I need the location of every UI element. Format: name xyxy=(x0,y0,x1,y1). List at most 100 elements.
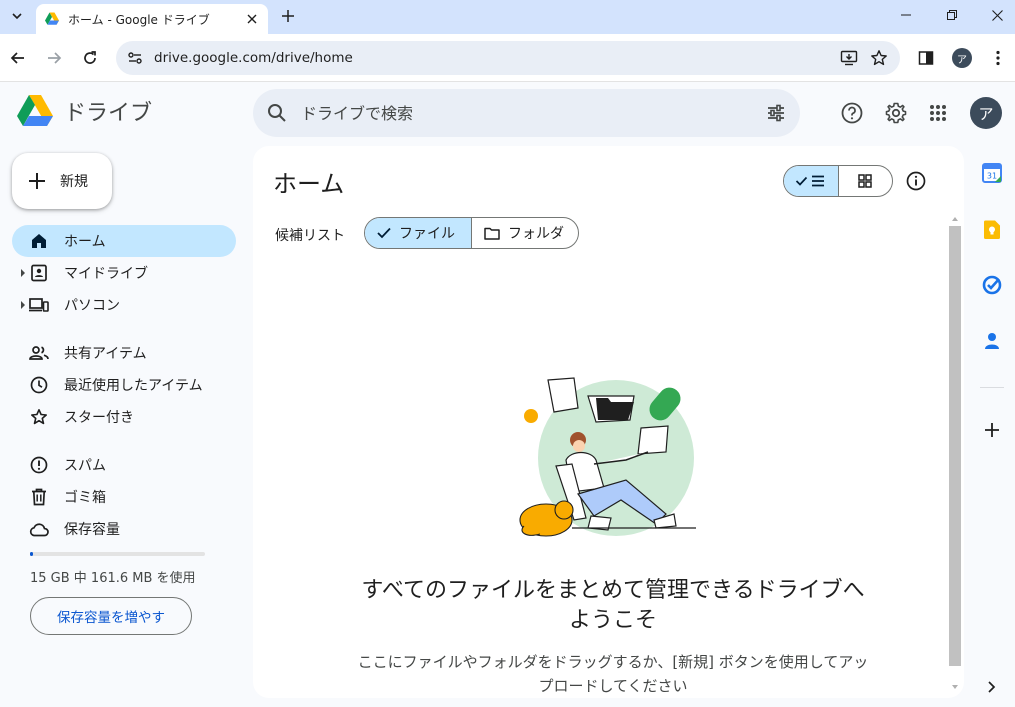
hide-side-panel-button[interactable] xyxy=(980,675,1004,699)
arrow-left-icon xyxy=(10,52,24,64)
search-bar[interactable] xyxy=(253,89,800,137)
logo-text: ドライブ xyxy=(64,101,153,126)
nav-item-storage[interactable]: 保存容量 xyxy=(12,513,236,545)
calendar-app-button[interactable]: 31 xyxy=(980,161,1004,185)
search-icon[interactable] xyxy=(267,103,287,123)
svg-text:31: 31 xyxy=(987,172,997,181)
grid-view-button[interactable] xyxy=(839,166,893,196)
keep-icon xyxy=(984,220,1000,239)
close-icon xyxy=(991,9,1003,21)
storage-progress-fill xyxy=(30,552,33,556)
star-icon xyxy=(28,406,50,428)
browser-tab-active[interactable]: ホーム - Google ドライブ xyxy=(36,4,268,34)
install-app-icon[interactable] xyxy=(834,43,864,73)
close-window-button[interactable] xyxy=(974,0,1015,30)
profile-avatar: ア xyxy=(952,48,972,68)
folders-chip[interactable]: フォルダ xyxy=(472,218,576,248)
suggestions-filter-chips: ファイル フォルダ xyxy=(364,217,579,249)
nav-item-shared[interactable]: 共有アイテム xyxy=(12,337,236,369)
plus-icon xyxy=(29,173,45,189)
new-button[interactable]: 新規 xyxy=(12,153,112,209)
nav-item-label: パソコン xyxy=(64,298,120,314)
welcome-heading-line1: すべてのファイルをまとめて管理できるドライブへ xyxy=(361,578,865,603)
search-input[interactable] xyxy=(301,103,766,123)
folder-icon xyxy=(484,227,500,240)
nav-item-label: スパム xyxy=(64,458,106,474)
grid-icon xyxy=(858,174,872,188)
minimize-button[interactable] xyxy=(883,0,929,30)
nav-item-label: 最近使用したアイテム xyxy=(64,378,203,394)
nav-item-home[interactable]: ホーム xyxy=(12,225,236,257)
welcome-subtext-line2: プロードしてください xyxy=(538,677,688,695)
get-more-storage-button[interactable]: 保存容量を増やす xyxy=(30,597,192,635)
scrollbar-thumb[interactable] xyxy=(949,226,961,666)
welcome-heading: すべてのファイルをまとめて管理できるドライブへ ようこそ xyxy=(313,576,913,636)
drive-logo-icon xyxy=(17,95,53,126)
files-chip[interactable]: ファイル xyxy=(365,218,472,248)
nav-item-label: 保存容量 xyxy=(64,522,120,538)
list-view-button[interactable] xyxy=(784,166,839,196)
search-options-icon[interactable] xyxy=(766,103,786,123)
welcome-heading-line2: ようこそ xyxy=(568,608,657,633)
profile-button[interactable]: ア xyxy=(948,44,976,72)
info-icon[interactable] xyxy=(905,170,927,192)
tab-search-button[interactable] xyxy=(4,4,30,28)
restore-button[interactable] xyxy=(929,0,975,30)
caret-right-icon[interactable] xyxy=(20,268,26,278)
scroll-down-arrow-icon[interactable] xyxy=(948,682,962,692)
apps-button[interactable] xyxy=(924,99,952,127)
reload-button[interactable] xyxy=(76,44,104,72)
contacts-icon xyxy=(985,333,999,349)
nav-item-computers[interactable]: パソコン xyxy=(12,289,236,321)
settings-button[interactable] xyxy=(882,99,910,127)
calendar-icon: 31 xyxy=(982,163,1002,183)
view-toggle xyxy=(783,165,893,197)
bookmark-star-icon[interactable] xyxy=(864,43,894,73)
nav-item-label: スター付き xyxy=(64,410,134,426)
trash-icon xyxy=(28,486,50,508)
storage-usage-text: 15 GB 中 161.6 MB を使用 xyxy=(30,571,196,586)
nav-item-spam[interactable]: スパム xyxy=(12,449,236,481)
help-icon xyxy=(841,102,863,124)
nav-item-label: ホーム xyxy=(64,234,106,250)
get-addons-button[interactable] xyxy=(980,418,1004,442)
apps-grid-icon xyxy=(930,105,946,121)
forward-button[interactable] xyxy=(40,44,68,72)
welcome-subtext-line1: ここにファイルやフォルダをドラッグするか、[新規] ボタンを使用してアッ xyxy=(357,653,869,671)
contacts-app-button[interactable] xyxy=(980,329,1004,353)
new-tab-button[interactable] xyxy=(278,6,298,26)
recent-icon xyxy=(28,374,50,396)
drive-favicon-icon xyxy=(45,12,59,25)
arrow-right-icon xyxy=(48,52,62,64)
nav-item-starred[interactable]: スター付き xyxy=(12,401,236,433)
browser-menu-button[interactable] xyxy=(984,44,1012,72)
tasks-app-button[interactable] xyxy=(980,273,1004,297)
nav-item-my-drive[interactable]: マイドライブ xyxy=(12,257,236,289)
tasks-icon xyxy=(982,275,1002,295)
tab-close-icon[interactable] xyxy=(244,11,260,27)
page-title: ホーム xyxy=(273,170,345,198)
main-scrollbar[interactable] xyxy=(948,214,962,694)
nav-item-label: マイドライブ xyxy=(64,266,148,282)
nav-item-recent[interactable]: 最近使用したアイテム xyxy=(12,369,236,401)
site-info-icon[interactable] xyxy=(118,50,152,66)
back-button[interactable] xyxy=(4,44,32,72)
support-button[interactable] xyxy=(838,99,866,127)
browser-tabstrip: ホーム - Google ドライブ xyxy=(0,0,1015,34)
welcome-subtext: ここにファイルやフォルダをドラッグするか、[新規] ボタンを使用してアッ プロー… xyxy=(313,650,913,698)
check-list-icon xyxy=(795,175,824,187)
computers-icon xyxy=(28,294,50,316)
plus-icon xyxy=(282,10,294,22)
caret-right-icon[interactable] xyxy=(20,300,26,310)
account-avatar[interactable]: ア xyxy=(970,97,1002,129)
side-panel-button[interactable] xyxy=(912,44,940,72)
url-text: drive.google.com/drive/home xyxy=(154,50,353,66)
main-content: ホーム 候補リスト ファイル フォルダ すべてのファイルをまとめて管理できるドラ… xyxy=(253,146,964,698)
side-panel-divider xyxy=(980,387,1004,388)
keep-app-button[interactable] xyxy=(980,218,1004,242)
files-chip-label: ファイル xyxy=(399,226,455,242)
address-bar[interactable]: drive.google.com/drive/home xyxy=(116,41,900,75)
nav-item-trash[interactable]: ゴミ箱 xyxy=(12,481,236,513)
scroll-up-arrow-icon[interactable] xyxy=(948,214,962,224)
drive-logo[interactable]: ドライブ xyxy=(16,94,152,128)
